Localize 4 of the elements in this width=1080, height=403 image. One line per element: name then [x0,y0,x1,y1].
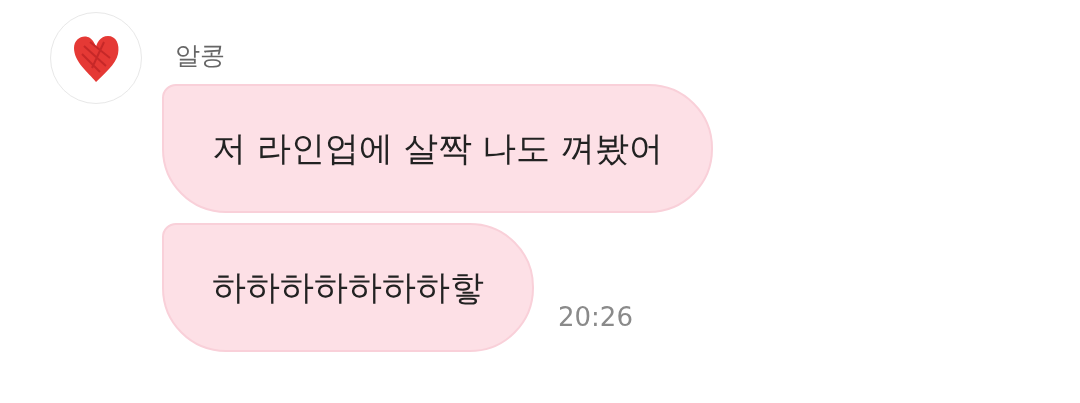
message-time: 20:26 [558,302,633,334]
sender-name: 알콩 [175,43,226,68]
message-bubble: 저 라인업에 살짝 나도 껴봤어 [162,84,714,213]
message-bubble: 하하하하하하하핳 [162,223,534,352]
